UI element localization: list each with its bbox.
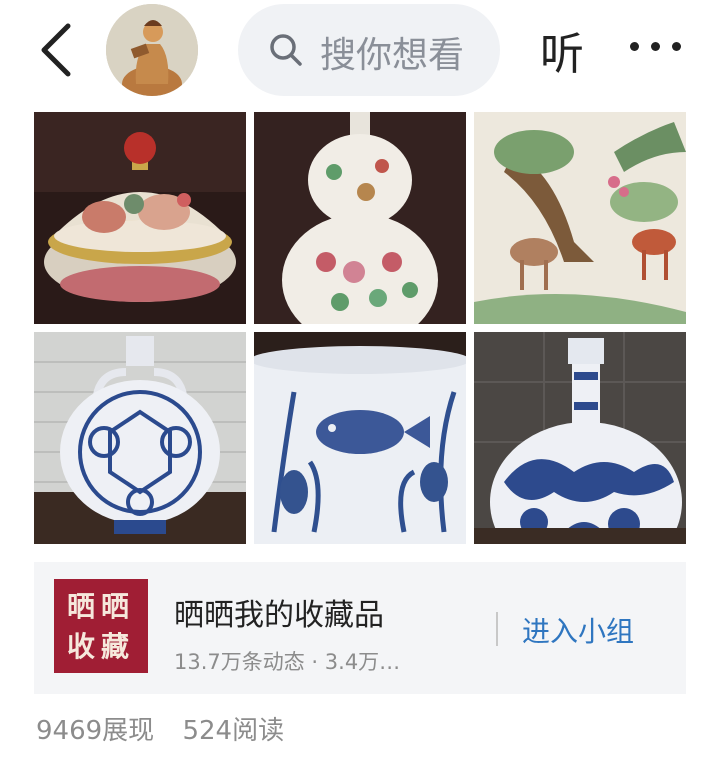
gallery-image-5[interactable] xyxy=(254,332,466,544)
group-card[interactable]: 晒晒 收藏 晒晒我的收藏品 13.7万条动态 · 3.4万… 进入小组 xyxy=(34,562,686,694)
group-name: 晒晒我的收藏品 xyxy=(174,598,384,633)
view-count: 9469展现 xyxy=(36,716,155,746)
group-stats: 13.7万条动态 · 3.4万… xyxy=(174,650,401,674)
search-input[interactable]: 搜你想看 xyxy=(238,4,500,96)
gallery-image-3[interactable] xyxy=(474,112,686,324)
avatar[interactable] xyxy=(106,4,198,96)
gallery-image-1[interactable] xyxy=(34,112,246,324)
search-placeholder: 搜你想看 xyxy=(320,35,465,76)
enter-group-button[interactable]: 进入小组 xyxy=(522,610,634,650)
post-stats: 9469展现 524阅读 xyxy=(36,710,304,747)
more-options-icon[interactable] xyxy=(628,38,684,58)
back-arrow-icon[interactable] xyxy=(36,22,80,78)
gallery-image-6[interactable] xyxy=(474,332,686,544)
divider xyxy=(496,612,498,646)
group-icon-text-line2: 收藏 xyxy=(66,630,135,663)
gallery-image-4[interactable] xyxy=(34,332,246,544)
group-icon-text-line1: 晒晒 xyxy=(66,590,135,623)
search-icon xyxy=(270,34,302,66)
read-count: 524阅读 xyxy=(182,716,285,746)
group-icon: 晒晒 收藏 xyxy=(54,579,148,673)
listen-button[interactable]: 听 xyxy=(540,18,584,82)
top-bar: 搜你想看 听 xyxy=(0,0,720,100)
image-gallery xyxy=(34,112,686,544)
gallery-image-2[interactable] xyxy=(254,112,466,324)
